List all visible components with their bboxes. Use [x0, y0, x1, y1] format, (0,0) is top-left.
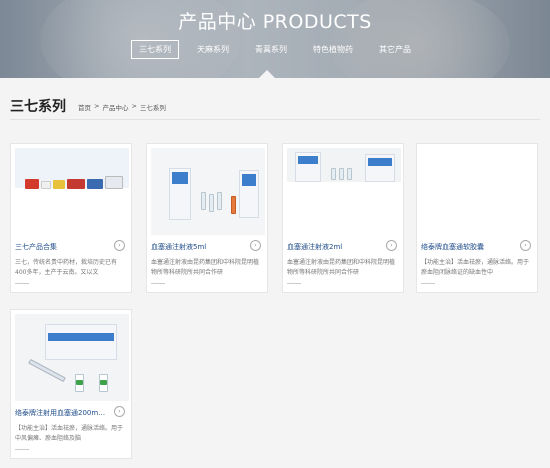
- vial: [209, 194, 214, 212]
- product-box: [295, 152, 321, 182]
- breadcrumb-products[interactable]: 产品中心: [102, 102, 128, 112]
- product-card[interactable]: 络泰牌注射用血塞通200m… › 【功能主治】活血祛瘀，通脉活络。用于中风偏瘫、…: [10, 309, 132, 459]
- chevron-right-icon[interactable]: ›: [520, 240, 531, 251]
- product-name[interactable]: 络泰牌注射用血塞通200m…: [15, 408, 111, 418]
- product-box: [25, 179, 39, 189]
- product-box: [105, 176, 123, 189]
- chevron-right-icon[interactable]: ›: [250, 240, 261, 251]
- product-box: [239, 170, 259, 218]
- vial-label: [100, 380, 107, 385]
- section-title: 三七系列: [10, 99, 66, 115]
- breadcrumb-separator: >: [94, 102, 100, 110]
- product-box: [53, 180, 65, 189]
- product-description: 【功能主治】活血祛瘀，通脉活络。用于瘀血阻闭脉络证的缺血性中: [421, 259, 530, 276]
- breadcrumb-home[interactable]: 首页: [78, 102, 91, 112]
- tab-other-products[interactable]: 其它产品: [371, 40, 419, 59]
- product-image[interactable]: [15, 314, 129, 401]
- product-name[interactable]: 血塞通注射液5ml: [151, 242, 247, 252]
- product-box: [87, 179, 103, 189]
- product-card[interactable]: 三七产品合集 › 三七，传统名贵中药材，栽培历史已有400多年，主产于云南。又以…: [10, 143, 132, 293]
- vial: [339, 168, 344, 180]
- vial-label: [76, 380, 83, 385]
- active-tab-indicator: [259, 70, 275, 78]
- product-card[interactable]: 络泰牌血塞通软胶囊 › 【功能主治】活血祛瘀，通脉活络。用于瘀血阻闭脉络证的缺血…: [416, 143, 538, 293]
- vial: [347, 168, 352, 180]
- product-description: 【功能主治】活血祛瘀，通脉活络。用于中风偏瘫、瘀血阻络及脑: [15, 425, 124, 442]
- product-description: 血塞通注射液由昆药集团和中科院昆明植物所等科研院所共同合作研: [151, 259, 260, 276]
- product-box: [365, 154, 395, 182]
- tab-qinghao[interactable]: 青蒿系列: [247, 40, 295, 59]
- syringe: [28, 358, 66, 383]
- section-header: 三七系列 首页 > 产品中心 > 三七系列: [10, 96, 540, 120]
- product-image[interactable]: [15, 148, 129, 235]
- chevron-right-icon[interactable]: ›: [114, 406, 125, 417]
- product-name[interactable]: 络泰牌血塞通软胶囊: [421, 242, 517, 252]
- category-nav: 三七系列 天麻系列 青蒿系列 特色植物药 其它产品: [0, 40, 550, 59]
- product-description: 三七，传统名贵中药材，栽培历史已有400多年，主产于云南。又以文: [15, 259, 118, 276]
- product-name[interactable]: 三七产品合集: [15, 242, 111, 252]
- product-box: [45, 324, 117, 360]
- vial: [331, 168, 336, 180]
- vial: [231, 196, 236, 214]
- product-image[interactable]: [151, 148, 265, 235]
- product-box: [41, 181, 51, 189]
- product-image[interactable]: [421, 148, 535, 235]
- card-divider: [15, 449, 29, 450]
- page-banner: 产品中心 PRODUCTS 三七系列 天麻系列 青蒿系列 特色植物药 其它产品: [0, 0, 550, 78]
- breadcrumb-current: 三七系列: [139, 104, 166, 112]
- banner-title: 产品中心 PRODUCTS: [178, 11, 372, 33]
- breadcrumb-separator: >: [131, 102, 137, 110]
- card-divider: [421, 283, 435, 284]
- card-divider: [287, 283, 301, 284]
- product-card[interactable]: 血塞通注射液5ml › 血塞通注射液由昆药集团和中科院昆明植物所等科研院所共同合…: [146, 143, 268, 293]
- chevron-right-icon[interactable]: ›: [114, 240, 125, 251]
- tab-sanqi[interactable]: 三七系列: [131, 40, 179, 59]
- breadcrumb: 首页 > 产品中心 > 三七系列: [78, 102, 166, 112]
- vial: [201, 192, 206, 210]
- product-description: 血塞通注射液由昆药集团和中科院昆明植物所等科研院所共同合作研: [287, 259, 396, 276]
- product-card[interactable]: 血塞通注射液2ml › 血塞通注射液由昆药集团和中科院昆明植物所等科研院所共同合…: [282, 143, 404, 293]
- card-divider: [15, 283, 29, 284]
- tab-featured-plants[interactable]: 特色植物药: [305, 40, 361, 59]
- product-image[interactable]: [287, 148, 401, 235]
- product-box: [169, 168, 191, 220]
- product-box: [67, 179, 85, 189]
- chevron-right-icon[interactable]: ›: [386, 240, 397, 251]
- tab-tianma[interactable]: 天麻系列: [189, 40, 237, 59]
- product-name[interactable]: 血塞通注射液2ml: [287, 242, 383, 252]
- vial: [217, 192, 222, 210]
- card-divider: [151, 283, 165, 284]
